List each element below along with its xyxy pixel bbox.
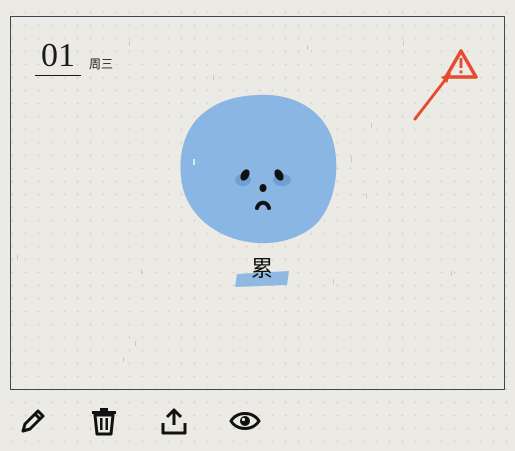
view-button[interactable] bbox=[228, 404, 262, 438]
eye-icon bbox=[229, 412, 261, 430]
mood-card: 01 周三 累 bbox=[10, 16, 505, 390]
delete-button[interactable] bbox=[87, 404, 121, 438]
nose bbox=[259, 184, 267, 192]
bottom-toolbar bbox=[0, 400, 515, 446]
date-block: 01 周三 bbox=[35, 39, 113, 76]
mood-text: 累 bbox=[250, 257, 273, 282]
share-icon bbox=[161, 408, 187, 435]
day-number: 01 bbox=[35, 39, 81, 76]
pencil-icon bbox=[21, 409, 45, 433]
share-button[interactable] bbox=[157, 404, 191, 438]
weekday-label: 周三 bbox=[89, 57, 114, 71]
warning-annotation[interactable] bbox=[411, 45, 491, 125]
edit-button[interactable] bbox=[16, 404, 50, 438]
arrow-line bbox=[413, 73, 451, 121]
mood-label: 累 bbox=[233, 255, 291, 291]
tired-face-icon[interactable] bbox=[179, 91, 339, 247]
highlight-mark bbox=[193, 159, 195, 165]
diary-page: 01 周三 累 bbox=[0, 0, 515, 451]
face-blob bbox=[180, 94, 337, 244]
trash-icon bbox=[92, 408, 116, 436]
